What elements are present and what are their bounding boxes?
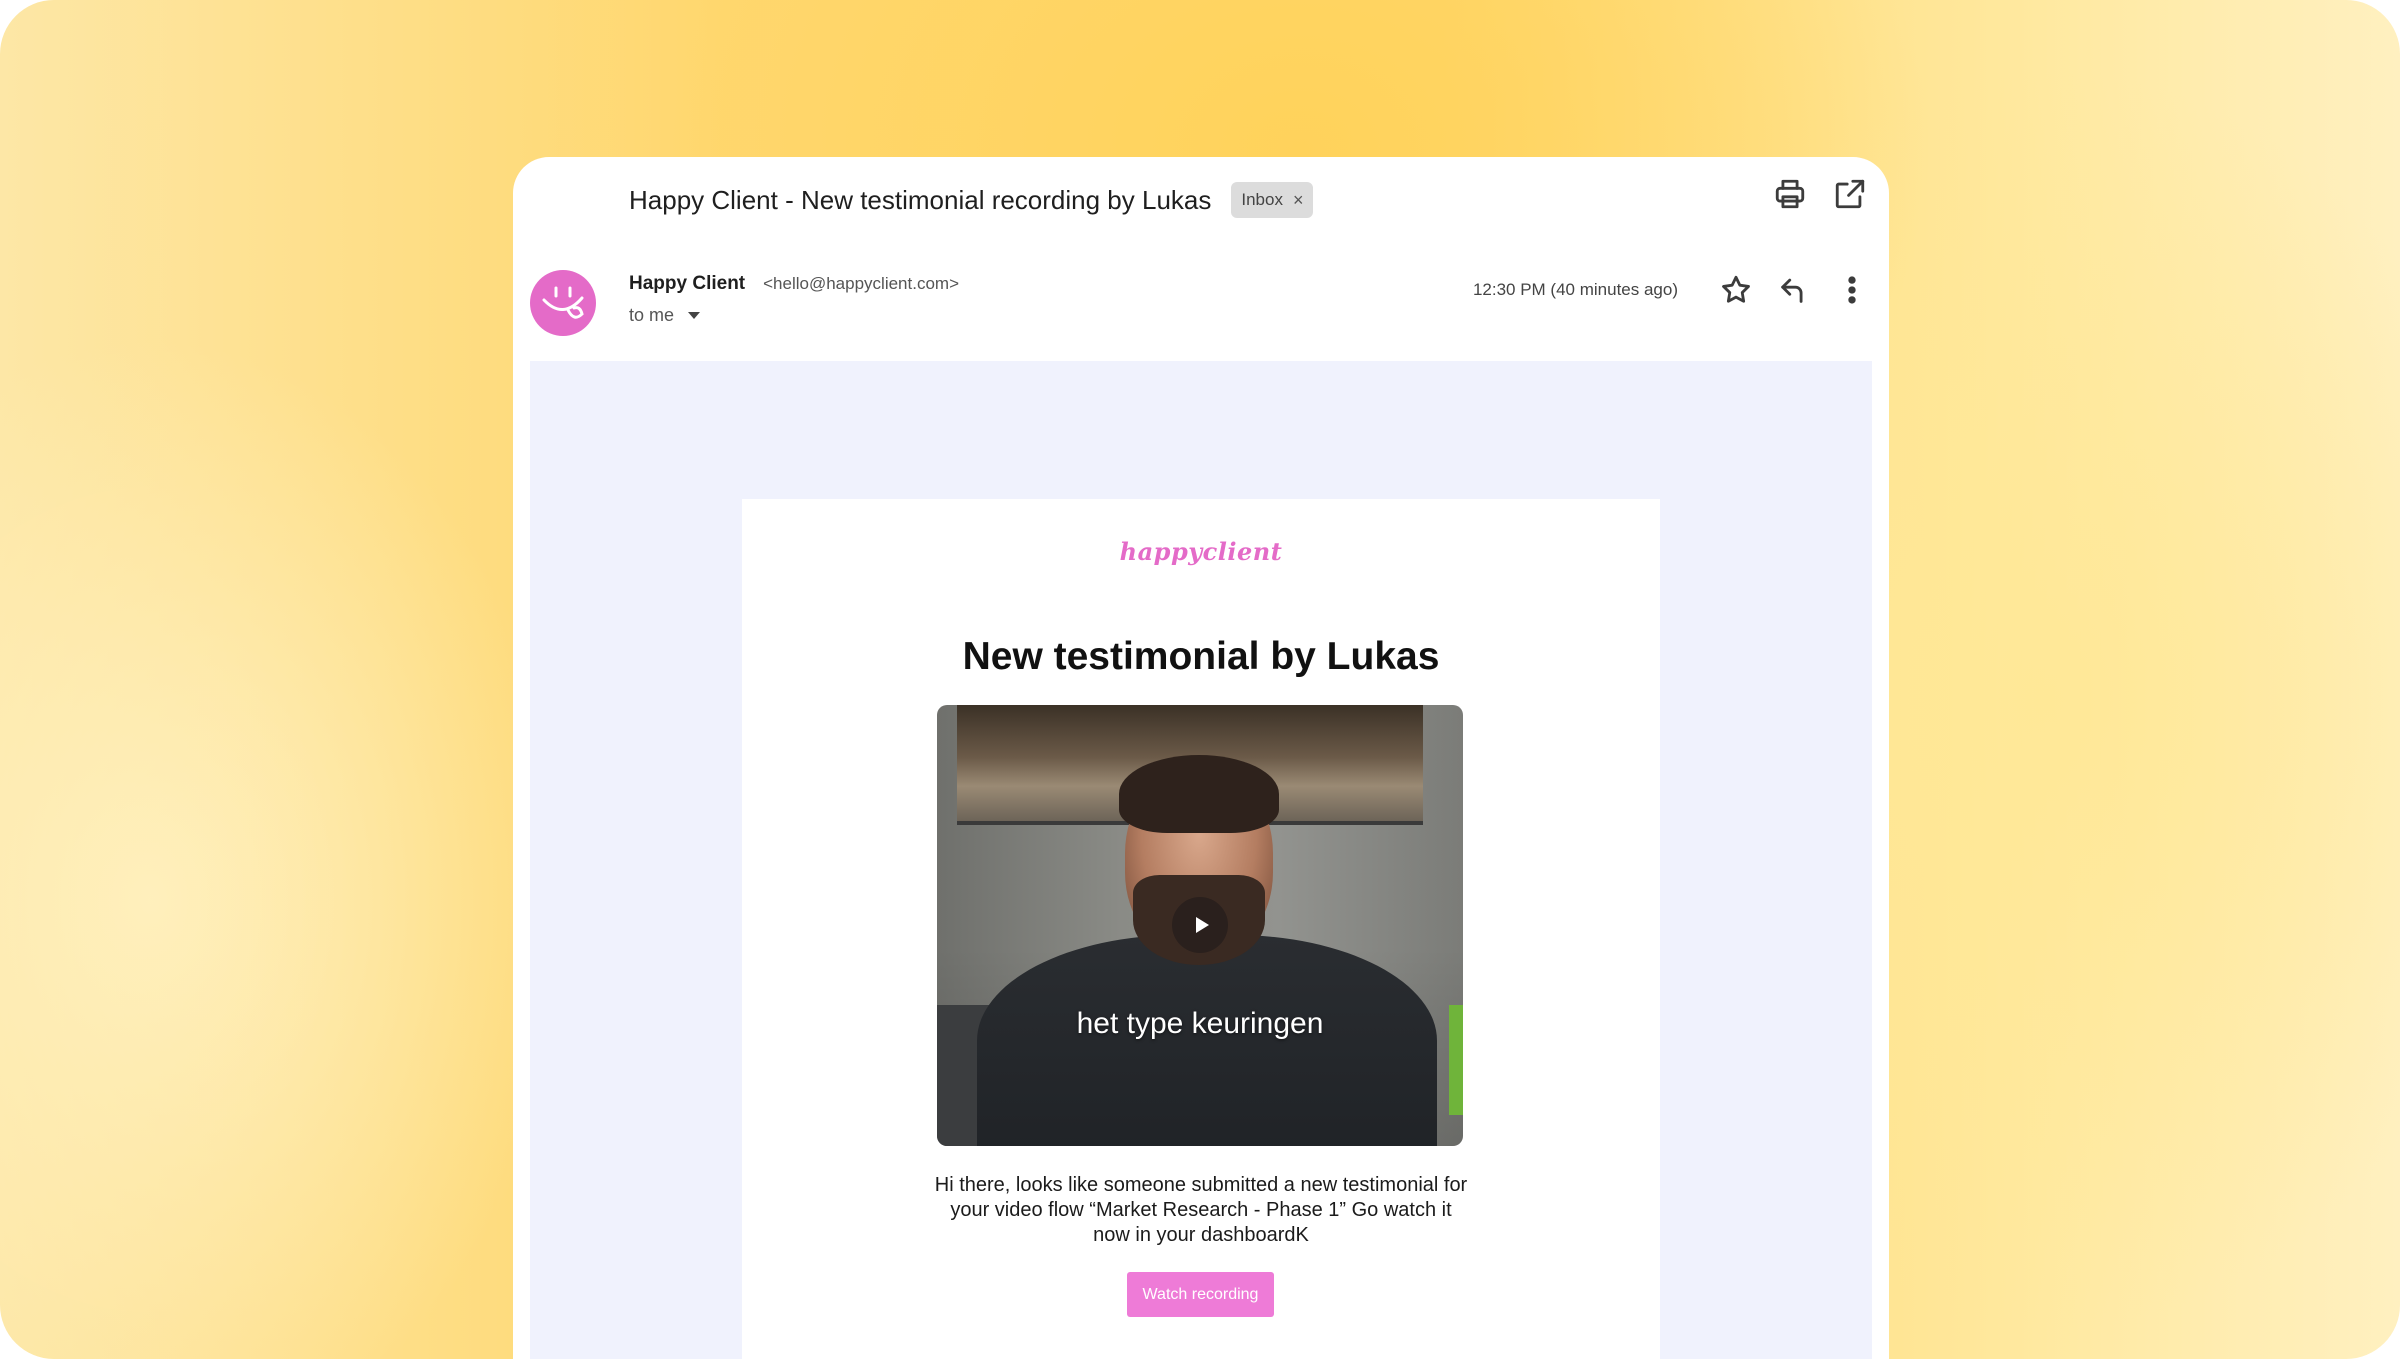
email-subject: Happy Client - New testimonial recording…	[629, 184, 1212, 215]
inbox-label-chip[interactable]: Inbox ×	[1231, 182, 1314, 218]
header-actions	[1771, 175, 1869, 213]
star-icon	[1722, 275, 1750, 303]
print-button[interactable]	[1771, 175, 1809, 213]
email-card: happyclient New testimonial by Lukas het…	[742, 499, 1660, 1359]
play-icon	[1195, 917, 1209, 933]
play-button[interactable]	[1172, 897, 1228, 953]
video-person-hair	[1119, 755, 1279, 833]
smiley-avatar-icon	[542, 286, 584, 319]
caret-down-icon	[688, 312, 701, 319]
reply-icon	[1781, 278, 1803, 303]
email-headline: New testimonial by Lukas	[962, 635, 1440, 678]
sender-name[interactable]: Happy Client	[629, 273, 745, 295]
video-caption: het type keuringen	[1076, 1007, 1324, 1040]
sender-email: <hello@happyclient.com>	[763, 274, 959, 293]
message-actions	[1717, 271, 1871, 309]
inbox-label-text: Inbox	[1241, 190, 1283, 209]
remove-label-icon[interactable]: ×	[1293, 190, 1304, 211]
more-vert-icon	[1848, 276, 1856, 304]
email-window: Happy Client - New testimonial recording…	[513, 157, 1889, 1359]
recipient-toggle[interactable]: to me	[629, 305, 959, 326]
open-in-new-window-button[interactable]	[1831, 175, 1869, 213]
recipient-label: to me	[629, 305, 675, 325]
video-thumbnail[interactable]: het type keuringen	[937, 705, 1463, 1146]
more-options-button[interactable]	[1833, 271, 1871, 309]
email-message: Hi there, looks like someone submitted a…	[934, 1174, 1468, 1246]
print-icon	[1775, 179, 1805, 209]
email-timestamp: 12:30 PM (40 minutes ago)	[1472, 280, 1678, 299]
email-body: happyclient New testimonial by Lukas het…	[530, 361, 1872, 1359]
star-button[interactable]	[1717, 271, 1755, 309]
email-subject-row: Happy Client - New testimonial recording…	[629, 177, 1314, 223]
reply-button[interactable]	[1775, 271, 1813, 309]
watch-recording-button[interactable]: Watch recording	[1127, 1272, 1274, 1317]
brand-logo: happyclient	[1119, 537, 1283, 566]
sender-info: Happy Client <hello@happyclient.com> to …	[629, 273, 959, 326]
open-in-new-icon	[1835, 179, 1865, 209]
sender-avatar	[530, 270, 596, 336]
